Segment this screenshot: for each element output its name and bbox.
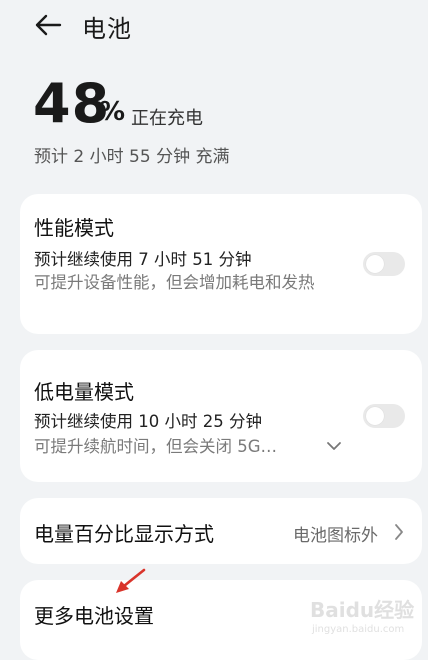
top-bar: 电池: [0, 0, 428, 50]
performance-mode-card[interactable]: 性能模式 预计继续使用 7 小时 51 分钟 可提升设备性能，但会增加耗电和发热: [20, 194, 422, 334]
low-power-mode-card[interactable]: 低电量模式 预计继续使用 10 小时 25 分钟 可提升续航时间，但会关闭 5G…: [20, 350, 422, 482]
performance-mode-subtitle: 预计继续使用 7 小时 51 分钟: [34, 250, 252, 269]
page-title: 电池: [82, 15, 132, 43]
performance-mode-toggle[interactable]: [363, 252, 405, 276]
percentage-display-card[interactable]: 电量百分比显示方式 电池图标外: [20, 498, 422, 564]
toggle-knob: [366, 255, 384, 273]
chevron-down-icon[interactable]: [326, 440, 342, 452]
watermark-brand: Baidu经验: [310, 598, 415, 622]
low-power-mode-description: 可提升续航时间，但会关闭 5G…: [34, 437, 278, 456]
percentage-display-title: 电量百分比显示方式: [34, 522, 214, 546]
low-power-mode-title: 低电量模式: [34, 380, 134, 404]
toggle-knob: [366, 407, 384, 425]
watermark-url: jingyan.baidu.com: [312, 624, 405, 635]
chevron-right-icon: [395, 524, 403, 540]
more-battery-settings-title: 更多电池设置: [34, 604, 154, 628]
low-power-mode-toggle[interactable]: [363, 404, 405, 428]
percent-sign: %: [99, 97, 126, 127]
performance-mode-description: 可提升设备性能，但会增加耗电和发热: [34, 273, 315, 292]
charge-estimate: 预计 2 小时 55 分钟 充满: [34, 147, 230, 167]
baidu-watermark: Baidu经验 jingyan.baidu.com: [300, 590, 422, 642]
low-power-mode-subtitle: 预计继续使用 10 小时 25 分钟: [34, 412, 262, 431]
performance-mode-title: 性能模式: [34, 216, 114, 240]
annotation-arrow-icon: [116, 568, 146, 593]
percentage-display-value: 电池图标外: [293, 526, 378, 546]
charging-status: 正在充电: [131, 108, 203, 129]
back-arrow-icon[interactable]: [34, 12, 62, 38]
